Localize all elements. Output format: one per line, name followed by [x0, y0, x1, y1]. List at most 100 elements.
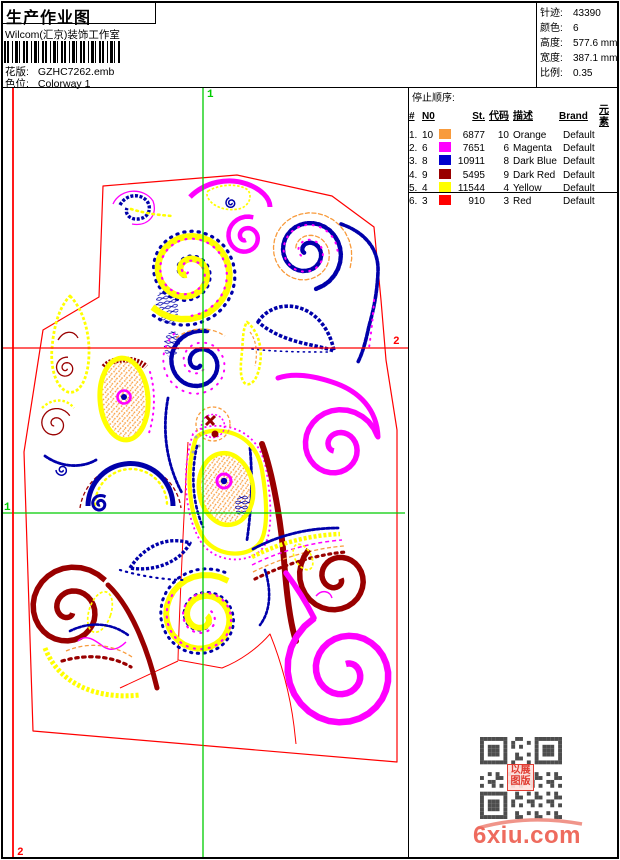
column-header: N0	[422, 111, 435, 122]
darkred-dot	[211, 430, 219, 438]
thread-color-swatch	[439, 129, 451, 139]
crosshair-label: 1	[4, 502, 11, 514]
stitch-path	[163, 396, 184, 495]
stitch-path	[275, 372, 381, 440]
stitch-path	[256, 304, 336, 353]
stop-sequence-header: # N0 St. 代码 描述 Brand 元素	[409, 105, 618, 129]
table-cell: Default	[563, 130, 595, 141]
stop-sequence-rows: 1. 10 6877 10 Orange Default 2. 6 7651 6 Magenta De…	[409, 129, 618, 208]
table-cell: 11544	[457, 182, 485, 194]
stitch-path	[105, 582, 160, 691]
stitch-path	[204, 414, 217, 427]
table-row: 3. 8 10911 8 Dark Blue Default	[409, 155, 618, 168]
crosshair-label: 2	[393, 336, 400, 348]
table-cell: Yellow	[513, 182, 542, 194]
column-header: Brand	[559, 111, 588, 122]
stitch-path	[60, 655, 133, 669]
stitch-path	[30, 564, 107, 644]
column-header: 代码	[489, 111, 509, 122]
info-stitches: 针迹: 43390	[540, 7, 601, 19]
stitch-path	[41, 407, 71, 436]
table-cell: 9	[503, 169, 509, 181]
production-worksheet: 生产作业图 Wilcom(汇京)装饰工作室 花版: GZHC7262.emb 色…	[0, 0, 620, 860]
crosshair-label: 2	[17, 847, 24, 859]
table-cell: 1.	[409, 130, 418, 141]
stitch-path	[302, 406, 381, 476]
table-row: 6. 3 910 3 Red Default	[409, 194, 618, 208]
table-cell: 4	[422, 182, 428, 194]
stitch-path	[50, 294, 91, 394]
info-colors: 颜色: 6	[540, 22, 579, 34]
column-header: 描述	[513, 111, 533, 122]
info-width: 宽度: 387.1 mm	[540, 52, 618, 64]
table-row: 1. 10 6877 10 Orange Default	[409, 129, 618, 142]
table-cell: 2.	[409, 143, 418, 155]
stitch-path	[43, 454, 98, 467]
stitch-path	[258, 568, 271, 627]
thread-color-swatch	[439, 194, 451, 205]
table-row: 5. 4 11544 4 Yellow Default	[409, 181, 618, 195]
table-cell: 6.	[409, 195, 418, 207]
swatch-cell	[439, 168, 455, 182]
swatch-cell	[439, 181, 455, 195]
table-cell: 8	[503, 156, 509, 168]
table-cell: 4	[503, 182, 509, 194]
table-row: 2. 6 7651 6 Magenta Default	[409, 142, 618, 155]
column-header: St.	[472, 111, 485, 122]
page-title: 生产作业图	[6, 10, 92, 27]
table-cell: 10	[497, 130, 509, 141]
table-cell: Default	[563, 169, 595, 181]
stitch-path	[284, 615, 392, 726]
stitch-path	[65, 644, 133, 658]
thread-color-swatch	[439, 142, 451, 153]
thread-color-swatch	[439, 181, 451, 192]
grey-dot	[191, 450, 195, 454]
table-cell: 3	[422, 195, 428, 207]
stitch-path	[55, 356, 74, 377]
thread-color-swatch	[439, 155, 451, 166]
column-header: #	[409, 111, 415, 122]
stitch-path	[42, 647, 141, 699]
stitch-path	[128, 538, 192, 571]
table-cell: Dark Red	[513, 169, 556, 181]
table-cell: Default	[563, 182, 595, 194]
table-cell: Default	[563, 143, 595, 155]
table-cell: 5495	[462, 169, 485, 181]
stop-sequence-title: 停止顺序:	[412, 93, 455, 104]
table-cell: 5.	[409, 182, 418, 194]
info-scale: 比例: 0.35	[540, 67, 593, 79]
crosshair-label: 1	[207, 89, 214, 101]
stitch-path	[129, 207, 174, 218]
stitch-path	[315, 591, 333, 599]
table-cell: 9	[422, 169, 428, 181]
table-cell: 7651	[462, 143, 485, 155]
watermark-text: 6xiu.com	[472, 822, 582, 849]
stop-sequence-panel: 停止顺序: # N0 St. 代码 描述 Brand 元素 1. 10 6877 10 Orange…	[409, 88, 618, 207]
table-cell: 910	[468, 195, 485, 207]
table-cell: 6	[503, 143, 509, 155]
swatch-cell	[439, 142, 455, 155]
stitch-path	[169, 328, 220, 389]
swatch-cell	[439, 194, 455, 208]
table-cell: 3.	[409, 156, 418, 168]
qr-stamp: 以展 图版	[507, 764, 534, 791]
table-cell: Dark Blue	[513, 156, 557, 168]
table-row: 4. 9 5495 9 Dark Red Default	[409, 168, 618, 182]
column-header: 元素	[599, 105, 609, 128]
thread-color-swatch	[439, 168, 451, 179]
stitch-path	[251, 348, 331, 353]
stitch-path	[77, 637, 127, 650]
stitch-path	[239, 320, 263, 386]
stitch-path	[57, 331, 79, 341]
table-cell: 10	[422, 130, 434, 141]
table-cell: 8	[422, 156, 428, 168]
stitch-path	[68, 623, 130, 637]
swatch-cell	[439, 155, 455, 168]
table-cell: 3	[503, 195, 509, 207]
stitch-path	[118, 194, 152, 221]
swatch-cell	[439, 129, 455, 142]
stitch-path	[118, 568, 188, 582]
grey-dot	[194, 435, 198, 439]
stitch-path	[41, 399, 75, 409]
table-cell: 6877	[462, 130, 485, 141]
